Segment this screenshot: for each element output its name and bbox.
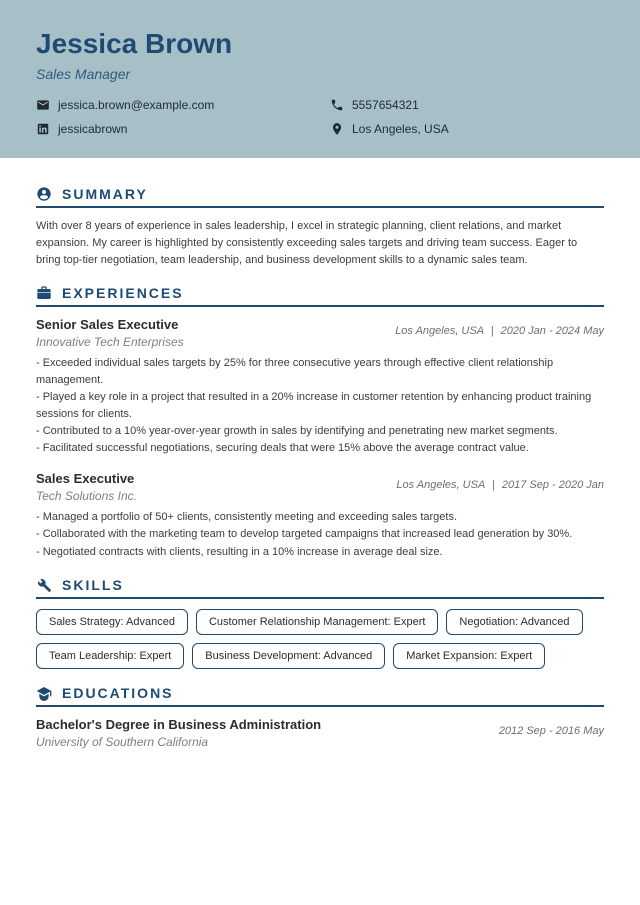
contact-phone: 5557654321 — [330, 98, 604, 112]
contact-location: Los Angeles, USA — [330, 122, 604, 136]
section-title: EDUCATIONS — [62, 685, 174, 701]
bullet: - Exceeded individual sales targets by 2… — [36, 355, 604, 389]
experience-meta: Los Angeles, USA | 2017 Sep - 2020 Jan — [396, 471, 604, 491]
resume-header: Jessica Brown Sales Manager jessica.brow… — [0, 0, 640, 158]
experience-dates: 2017 Sep - 2020 Jan — [502, 479, 604, 491]
experience-role: Sales Executive — [36, 471, 137, 486]
location-icon — [330, 122, 344, 136]
skill-pill: Sales Strategy: Advanced — [36, 609, 188, 635]
summary-text: With over 8 years of experience in sales… — [36, 218, 604, 269]
skills-list: Sales Strategy: Advanced Customer Relati… — [36, 609, 604, 669]
phone-icon — [330, 98, 344, 112]
bullet: - Facilitated successful negotiations, s… — [36, 440, 604, 457]
skill-pill: Customer Relationship Management: Expert — [196, 609, 438, 635]
contact-email: jessica.brown@example.com — [36, 98, 310, 112]
section-title: SUMMARY — [62, 186, 148, 202]
contact-location-text: Los Angeles, USA — [352, 122, 449, 136]
bullet: - Collaborated with the marketing team t… — [36, 526, 604, 543]
bullet: - Contributed to a 10% year-over-year gr… — [36, 423, 604, 440]
graduation-icon — [36, 685, 52, 701]
section-title-row: EDUCATIONS — [36, 685, 604, 707]
education-item: Bachelor's Degree in Business Administra… — [36, 717, 604, 749]
experience-item: Senior Sales Executive Innovative Tech E… — [36, 317, 604, 457]
contact-email-text: jessica.brown@example.com — [58, 98, 214, 112]
experience-dates: 2020 Jan - 2024 May — [501, 325, 604, 337]
resume-content: SUMMARY With over 8 years of experience … — [0, 158, 640, 795]
experience-meta: Los Angeles, USA | 2020 Jan - 2024 May — [395, 317, 604, 337]
contact-grid: jessica.brown@example.com 5557654321 jes… — [36, 98, 604, 136]
experience-item: Sales Executive Tech Solutions Inc. Los … — [36, 471, 604, 560]
section-title-row: SKILLS — [36, 577, 604, 599]
skill-pill: Team Leadership: Expert — [36, 643, 184, 669]
section-title-row: SUMMARY — [36, 186, 604, 208]
section-experiences: EXPERIENCES Senior Sales Executive Innov… — [36, 285, 604, 560]
skill-pill: Market Expansion: Expert — [393, 643, 545, 669]
section-skills: SKILLS Sales Strategy: Advanced Customer… — [36, 577, 604, 669]
contact-linkedin: jessicabrown — [36, 122, 310, 136]
section-title: SKILLS — [62, 577, 124, 593]
linkedin-icon — [36, 122, 50, 136]
bullet: - Managed a portfolio of 50+ clients, co… — [36, 509, 604, 526]
contact-linkedin-text: jessicabrown — [58, 122, 127, 136]
experience-location: Los Angeles, USA — [396, 479, 484, 491]
skill-pill: Business Development: Advanced — [192, 643, 385, 669]
email-icon — [36, 98, 50, 112]
section-title: EXPERIENCES — [62, 285, 184, 301]
section-summary: SUMMARY With over 8 years of experience … — [36, 186, 604, 269]
experience-bullets: - Managed a portfolio of 50+ clients, co… — [36, 509, 604, 560]
education-school: University of Southern California — [36, 735, 321, 749]
experience-bullets: - Exceeded individual sales targets by 2… — [36, 355, 604, 457]
education-degree: Bachelor's Degree in Business Administra… — [36, 717, 321, 732]
experience-location: Los Angeles, USA — [395, 325, 483, 337]
skill-pill: Negotiation: Advanced — [446, 609, 582, 635]
section-educations: EDUCATIONS Bachelor's Degree in Business… — [36, 685, 604, 749]
section-title-row: EXPERIENCES — [36, 285, 604, 307]
education-dates: 2012 Sep - 2016 May — [499, 717, 604, 737]
tools-icon — [36, 577, 52, 593]
contact-phone-text: 5557654321 — [352, 98, 419, 112]
experience-role: Senior Sales Executive — [36, 317, 184, 332]
briefcase-icon — [36, 285, 52, 301]
user-icon — [36, 186, 52, 202]
bullet: - Played a key role in a project that re… — [36, 389, 604, 423]
person-name: Jessica Brown — [36, 28, 604, 60]
bullet: - Negotiated contracts with clients, res… — [36, 544, 604, 561]
person-title: Sales Manager — [36, 66, 604, 82]
experience-company: Innovative Tech Enterprises — [36, 335, 184, 349]
experience-company: Tech Solutions Inc. — [36, 489, 137, 503]
